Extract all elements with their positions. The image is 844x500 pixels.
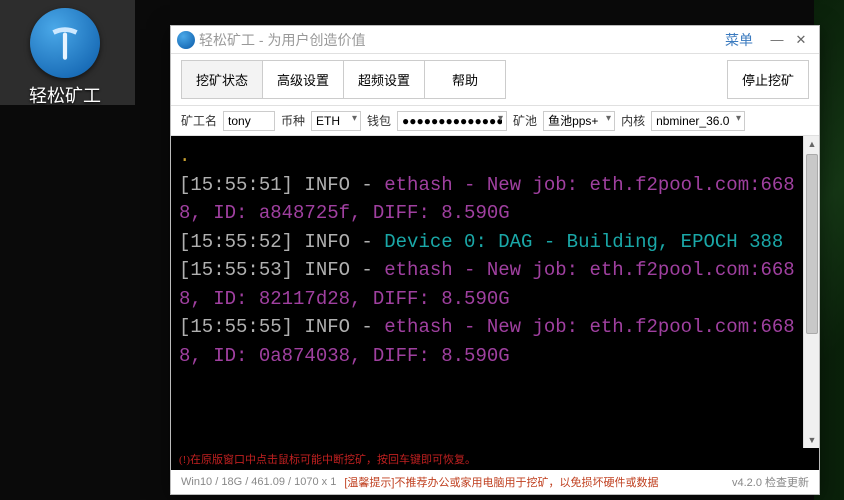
wallet-label: 钱包	[367, 112, 391, 129]
kernel-select[interactable]	[651, 111, 745, 131]
desktop-shortcut[interactable]: 轻松矿工	[10, 8, 120, 108]
kernel-label: 内核	[621, 112, 645, 129]
scroll-thumb[interactable]	[806, 154, 818, 334]
console-output[interactable]: . [15:55:51] INFO - ethash - New job: et…	[171, 136, 803, 448]
wallet-select[interactable]	[397, 111, 507, 131]
coin-select[interactable]	[311, 111, 361, 131]
tab-advanced[interactable]: 高级设置	[262, 60, 344, 99]
menu-button[interactable]: 菜单	[725, 30, 753, 50]
scrollbar[interactable]: ▲ ▼	[803, 136, 819, 448]
close-button[interactable]: ✕	[789, 32, 813, 48]
pickaxe-icon	[30, 8, 100, 78]
pool-select[interactable]	[543, 111, 615, 131]
app-icon	[177, 31, 195, 49]
minimize-button[interactable]: —	[765, 32, 789, 47]
version-text[interactable]: v4.2.0 检查更新	[732, 474, 809, 490]
statusbar: Win10 / 18G / 461.09 / 1070 x 1 [温馨提示]不推…	[171, 470, 819, 494]
window-title: 轻松矿工 - 为用户创造价值	[199, 30, 365, 50]
tab-mining-status[interactable]: 挖矿状态	[181, 60, 263, 99]
app-window: 轻松矿工 - 为用户创造价值 菜单 — ✕ 挖矿状态 高级设置 超频设置 帮助 …	[170, 25, 820, 495]
toolbar: 挖矿状态 高级设置 超频设置 帮助 停止挖矿	[171, 54, 819, 106]
titlebar[interactable]: 轻松矿工 - 为用户创造价值 菜单 — ✕	[171, 26, 819, 54]
stop-mining-button[interactable]: 停止挖矿	[727, 60, 809, 99]
system-info: Win10 / 18G / 461.09 / 1070 x 1	[181, 476, 336, 488]
scroll-up-button[interactable]: ▲	[804, 136, 819, 152]
tab-overclock[interactable]: 超频设置	[343, 60, 425, 99]
console-area: . [15:55:51] INFO - ethash - New job: et…	[171, 136, 819, 448]
miner-name-label: 矿工名	[181, 112, 217, 129]
desktop-shortcut-label: 轻松矿工	[29, 82, 101, 108]
coin-label: 币种	[281, 112, 305, 129]
miner-name-input[interactable]	[223, 111, 275, 131]
tab-help[interactable]: 帮助	[424, 60, 506, 99]
scroll-down-button[interactable]: ▼	[804, 432, 819, 448]
pool-label: 矿池	[513, 112, 537, 129]
console-tip: (!)在原版窗口中点击鼠标可能中断挖矿，按回车键即可恢复。	[171, 448, 819, 470]
params-bar: 矿工名 币种 钱包 矿池 内核	[171, 106, 819, 136]
warning-text: [温馨提示]不推荐办公或家用电脑用于挖矿，以免损坏硬件或数据	[344, 474, 658, 490]
